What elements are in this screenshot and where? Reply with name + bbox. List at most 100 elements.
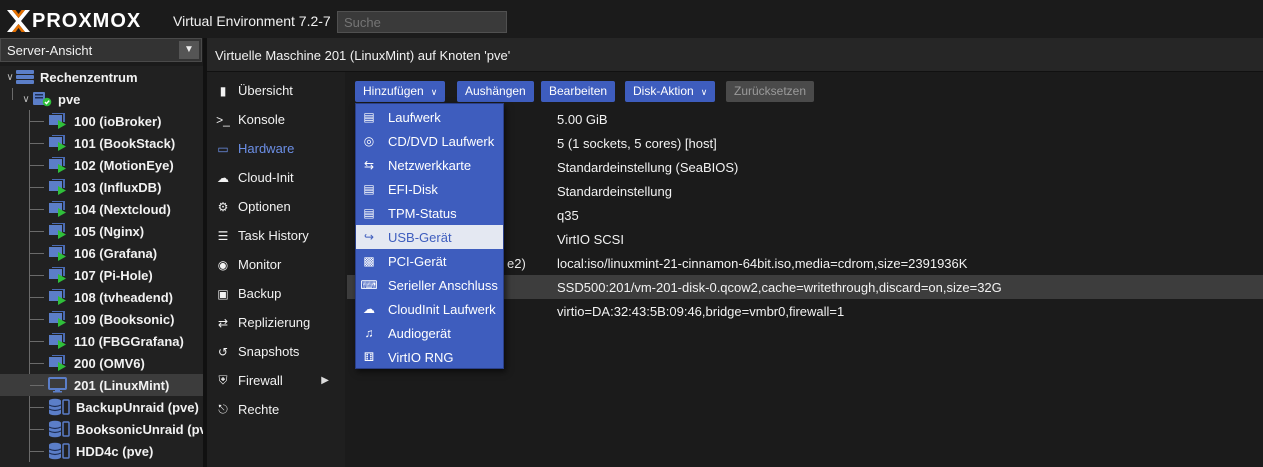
tree-item-storage[interactable]: BackupUnraid (pve) [0, 396, 206, 418]
tree-item-vm[interactable]: 102 (MotionEye) [0, 154, 206, 176]
menu-item-efi-disk[interactable]: ▤ EFI-Disk [356, 177, 503, 201]
menu-item-tpm-status[interactable]: ▤ TPM-Status [356, 201, 503, 225]
vm-running-icon [48, 332, 68, 349]
menu-item-netzwerkkarte[interactable]: ⇆ Netzwerkkarte [356, 153, 503, 177]
nav-item--bersicht[interactable]: ▮ Übersicht [207, 76, 345, 105]
menu-item-cloudinit-laufwerk[interactable]: ☁ CloudInit Laufwerk [356, 297, 503, 321]
nav-item-firewall[interactable]: ⛨ Firewall ▶ [207, 366, 345, 395]
tree-item-vm[interactable]: 201 (LinuxMint) [0, 374, 206, 396]
tree-item-vm[interactable]: 104 (Nextcloud) [0, 198, 206, 220]
tree-item-datacenter[interactable]: ∨ Rechenzentrum [0, 66, 206, 88]
menu-item-laufwerk[interactable]: ▤ Laufwerk [356, 105, 503, 129]
tree-item-vm[interactable]: 108 (tvheadend) [0, 286, 206, 308]
tree-line [30, 165, 44, 166]
tree-item-node[interactable]: ∨ pve [0, 88, 206, 110]
menu-item-audioger-t[interactable]: ♫ Audiogerät [356, 321, 503, 345]
menu-item-cd-dvd-laufwerk[interactable]: ◎ CD/DVD Laufwerk [356, 129, 503, 153]
menu-item-label: EFI-Disk [388, 181, 438, 197]
proxmox-logo[interactable]: PROXMOX [5, 8, 141, 34]
menu-item-label: VirtIO RNG [388, 349, 454, 365]
view-select[interactable]: Server-Ansicht ▼ [0, 38, 202, 62]
nav-item-label: Snapshots [238, 344, 300, 359]
vm-nav-menu: ▮ Übersicht >_ Konsole ▭ Hardware ☁ Cloud-Init ⚙… [207, 72, 345, 467]
content-title-bar: Virtuelle Maschine 201 (LinuxMint) auf K… [207, 38, 1263, 72]
chevron-down-icon: ∨ [430, 87, 438, 97]
tree-item-vm[interactable]: 107 (Pi-Hole) [0, 264, 206, 286]
floppy-icon: ▣ [217, 286, 229, 301]
search-input[interactable] [337, 11, 507, 33]
menu-item-label: CD/DVD Laufwerk [388, 133, 495, 149]
detach-button[interactable]: Aushängen [457, 81, 534, 102]
menu-item-serieller-anschluss[interactable]: ⌨ Serieller Anschluss [356, 273, 503, 297]
hardware-row-label: e2) [507, 256, 526, 271]
page-title: Virtuelle Maschine 201 (LinuxMint) auf K… [215, 48, 511, 63]
nav-item-snapshots[interactable]: ↺ Snapshots [207, 337, 345, 366]
tree-item-vm[interactable]: 100 (ioBroker) [0, 110, 206, 132]
vm-stopped-icon [48, 377, 68, 393]
tree-item-vm[interactable]: 109 (Booksonic) [0, 308, 206, 330]
collapse-icon[interactable]: ∨ [4, 72, 16, 83]
menu-item-label: Laufwerk [388, 109, 441, 125]
nav-item-label: Monitor [238, 257, 282, 272]
tree-line [30, 451, 44, 452]
nav-item-label: Cloud-Init [238, 170, 294, 185]
shield-icon: ⛨ [218, 373, 228, 387]
menu-item-usb-ger-t[interactable]: ↪ USB-Gerät [356, 225, 503, 249]
hardware-row-value: local:iso/linuxmint-21-cinnamon-64bit.is… [557, 256, 968, 271]
nav-item-label: Firewall [238, 373, 283, 388]
nav-item-task-history[interactable]: ☰ Task History [207, 221, 345, 250]
add-button[interactable]: Hinzufügen ∨ [355, 81, 446, 102]
chevron-down-icon: ∨ [700, 87, 708, 97]
disk-action-label: Disk-Aktion [633, 84, 694, 98]
tree-item-vm[interactable]: 101 (BookStack) [0, 132, 206, 154]
vm-running-icon [48, 200, 68, 217]
nav-item-label: Übersicht [238, 83, 293, 98]
tree-item-storage[interactable]: BooksonicUnraid (pve [0, 418, 206, 440]
tree-item-label: HDD4c (pve) [76, 443, 154, 459]
hardware-row-value: Standardeinstellung [557, 184, 672, 199]
edit-button[interactable]: Bearbeiten [541, 81, 616, 102]
menu-item-label: PCI-Gerät [388, 253, 447, 269]
nav-item-konsole[interactable]: >_ Konsole [207, 105, 345, 134]
tree-item-storage[interactable]: HDD4c (pve) [0, 440, 206, 462]
product-version: Virtual Environment 7.2-7 [173, 13, 331, 29]
eye-icon: ◉ [217, 257, 229, 272]
tree-item-label: pve [58, 91, 81, 107]
nav-item-backup[interactable]: ▣ Backup [207, 279, 345, 308]
menu-item-label: Audiogerät [388, 325, 451, 341]
brand-text: PROXMOX [32, 9, 142, 32]
tree-item-vm[interactable]: 106 (Grafana) [0, 242, 206, 264]
tree-item-vm[interactable]: 110 (FBGGrafana) [0, 330, 206, 352]
chevron-down-icon[interactable]: ▼ [179, 41, 199, 59]
dice-icon: ⚅ [363, 350, 375, 364]
add-hardware-menu: ▤ Laufwerk ◎ CD/DVD Laufwerk ⇆ Netzwerkkarte ▤… [355, 103, 504, 369]
top-bar: PROXMOX Virtual Environment 7.2-7 [0, 0, 1263, 40]
nav-item-cloud-init[interactable]: ☁ Cloud-Init [207, 163, 345, 192]
vm-running-icon [48, 134, 68, 151]
tree-line [30, 319, 44, 320]
vm-running-icon [48, 354, 68, 371]
storage-icon [48, 442, 70, 460]
tree-item-label: 106 (Grafana) [74, 245, 158, 261]
tree-item-vm[interactable]: 103 (InfluxDB) [0, 176, 206, 198]
disk-action-button[interactable]: Disk-Aktion ∨ [625, 81, 716, 102]
nav-item-label: Replizierung [238, 315, 311, 330]
menu-item-pci-ger-t[interactable]: ▩ PCI-Gerät [356, 249, 503, 273]
tree-item-label: 108 (tvheadend) [74, 289, 173, 305]
menu-item-virtio-rng[interactable]: ⚅ VirtIO RNG [356, 345, 503, 369]
collapse-icon[interactable]: ∨ [20, 94, 32, 105]
tree-item-vm[interactable]: 200 (OMV6) [0, 352, 206, 374]
proxmox-x-icon [7, 10, 30, 32]
exchange-icon: ⇆ [363, 158, 375, 172]
tree-line [30, 275, 44, 276]
nav-item-monitor[interactable]: ◉ Monitor [207, 250, 345, 279]
revert-button[interactable]: Zurücksetzen [726, 81, 815, 102]
nav-item-hardware[interactable]: ▭ Hardware [207, 134, 345, 163]
nav-item-optionen[interactable]: ⚙ Optionen [207, 192, 345, 221]
nav-item-replizierung[interactable]: ⇄ Replizierung [207, 308, 345, 337]
hardware-row-value: q35 [557, 208, 579, 223]
tree-item-label: 104 (Nextcloud) [74, 201, 171, 217]
nav-item-rechte[interactable]: ⎋ Rechte [207, 395, 345, 424]
tree-item-vm[interactable]: 105 (Nginx) [0, 220, 206, 242]
tree-line [30, 209, 44, 210]
